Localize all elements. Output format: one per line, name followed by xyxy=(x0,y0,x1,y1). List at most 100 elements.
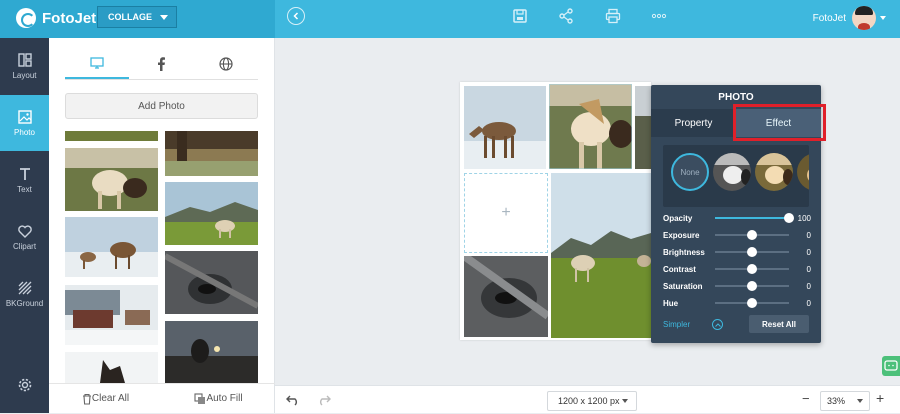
collage-canvas[interactable]: + xyxy=(460,82,651,340)
tab-computer[interactable] xyxy=(65,48,130,79)
saturation-slider[interactable]: Saturation 0 xyxy=(663,279,813,293)
trash-icon xyxy=(82,393,91,405)
photo-icon xyxy=(17,110,32,124)
filter-vivid[interactable] xyxy=(797,153,809,191)
photo-thumbnail[interactable] xyxy=(165,251,258,314)
sidebar-item-label: Layout xyxy=(12,71,37,80)
undo-icon[interactable] xyxy=(286,394,300,406)
photo-thumbnail[interactable] xyxy=(65,131,158,141)
slider-label: Hue xyxy=(663,298,679,308)
more-icon[interactable] xyxy=(650,8,668,24)
add-photo-plus-icon: + xyxy=(501,204,511,221)
chevron-left-icon xyxy=(293,12,299,20)
slider-track[interactable] xyxy=(715,213,794,223)
side-nav: Layout Photo Text Clipart BKGround xyxy=(0,38,49,413)
facebook-icon xyxy=(158,56,166,71)
photo-thumbnail[interactable] xyxy=(65,285,158,345)
tab-property[interactable]: Property xyxy=(651,109,736,137)
sidebar-item-label: Text xyxy=(17,185,32,194)
zoom-in-button[interactable]: + xyxy=(876,390,884,406)
sidebar-item-photo[interactable]: Photo xyxy=(0,95,49,151)
zoom-dropdown[interactable]: 33% xyxy=(820,391,870,411)
reset-all-button[interactable]: Reset All xyxy=(749,315,809,333)
opacity-slider[interactable]: Opacity 100 xyxy=(663,211,813,225)
exposure-slider[interactable]: Exposure 0 xyxy=(663,228,813,242)
slider-value: 100 xyxy=(797,213,811,223)
sidebar-item-clipart[interactable]: Clipart xyxy=(0,209,49,265)
slider-handle[interactable] xyxy=(747,264,757,274)
slider-label: Brightness xyxy=(663,247,705,257)
computer-icon xyxy=(90,56,104,69)
top-bar: FotoJet COLLAGE FotoJet xyxy=(0,0,900,38)
auto-fill-label: Auto Fill xyxy=(206,393,243,404)
chat-button[interactable] xyxy=(882,356,900,376)
save-icon[interactable] xyxy=(511,8,529,24)
filter-grayscale[interactable] xyxy=(713,153,751,191)
photo-thumbnail[interactable] xyxy=(65,148,158,211)
mode-dropdown[interactable]: COLLAGE xyxy=(97,6,177,28)
sidebar-item-bkground[interactable]: BKGround xyxy=(0,266,49,322)
sidebar-item-settings[interactable] xyxy=(0,358,49,414)
photo-thumbnail[interactable] xyxy=(165,182,258,245)
heart-icon xyxy=(17,225,32,238)
contrast-slider[interactable]: Contrast 0 xyxy=(663,262,813,276)
slider-value: 0 xyxy=(806,298,811,308)
slider-track[interactable] xyxy=(715,264,789,274)
slider-handle[interactable] xyxy=(784,213,794,223)
app-logo[interactable]: FotoJet xyxy=(16,8,96,28)
photo-thumbnail[interactable] xyxy=(65,352,158,383)
tab-facebook[interactable] xyxy=(129,48,193,79)
sidebar-item-text[interactable]: Text xyxy=(0,152,49,208)
user-menu[interactable]: FotoJet xyxy=(813,6,886,30)
redo-icon[interactable] xyxy=(317,394,331,406)
collage-cell[interactable] xyxy=(635,86,651,169)
text-icon xyxy=(19,168,30,180)
slider-value: 0 xyxy=(806,247,811,257)
tab-web[interactable] xyxy=(194,48,258,79)
clear-all-label: Clear All xyxy=(91,393,130,404)
layout-icon xyxy=(17,53,32,67)
collage-cell[interactable] xyxy=(464,86,546,169)
photo-thumbnail[interactable] xyxy=(165,321,258,383)
slider-track[interactable] xyxy=(715,247,789,257)
slider-handle[interactable] xyxy=(747,247,757,257)
slider-label: Saturation xyxy=(663,281,703,291)
simpler-toggle[interactable]: Simpler xyxy=(663,319,724,330)
slider-handle[interactable] xyxy=(747,230,757,240)
clear-all-button[interactable]: Clear All xyxy=(49,393,162,405)
photo-thumbnail[interactable] xyxy=(65,217,158,277)
tab-effect[interactable]: Effect xyxy=(736,109,821,137)
canvas-size-dropdown[interactable]: 1200 x 1200 px xyxy=(547,391,637,411)
photo-panel-left: Add Photo Clear All Auto Fill xyxy=(49,38,275,413)
auto-fill-button[interactable]: Auto Fill xyxy=(162,392,275,405)
collage-cell[interactable] xyxy=(551,173,651,338)
filter-none[interactable]: None xyxy=(671,153,709,191)
photo-thumbnail[interactable] xyxy=(165,131,258,176)
slider-value: 0 xyxy=(806,281,811,291)
brightness-slider[interactable]: Brightness 0 xyxy=(663,245,813,259)
filter-warm[interactable] xyxy=(755,153,793,191)
slider-track[interactable] xyxy=(715,298,789,308)
slider-handle[interactable] xyxy=(747,281,757,291)
back-button[interactable] xyxy=(287,7,305,25)
filter-none-label: None xyxy=(680,167,700,177)
photo-thumbnail-list[interactable] xyxy=(65,131,258,383)
share-icon[interactable] xyxy=(557,8,575,24)
slider-handle[interactable] xyxy=(747,298,757,308)
empty-collage-cell[interactable]: + xyxy=(464,173,548,253)
canvas-size-value: 1200 x 1200 px xyxy=(558,396,620,406)
zoom-out-button[interactable]: − xyxy=(802,391,810,406)
print-icon[interactable] xyxy=(604,8,622,24)
sidebar-item-layout[interactable]: Layout xyxy=(0,38,49,94)
sidebar-item-label: Photo xyxy=(14,128,35,137)
slider-track[interactable] xyxy=(715,281,789,291)
chevron-down-icon xyxy=(880,16,886,20)
collage-cell[interactable] xyxy=(464,256,548,337)
simpler-label: Simpler xyxy=(663,320,691,329)
slider-track[interactable] xyxy=(715,230,789,240)
photo-effect-panel: PHOTO Property Effect None Opacity 100 E… xyxy=(651,85,821,343)
add-photo-button[interactable]: Add Photo xyxy=(65,93,258,119)
collage-cell-selected[interactable] xyxy=(549,84,632,169)
hue-slider[interactable]: Hue 0 xyxy=(663,296,813,310)
avatar xyxy=(852,6,876,30)
